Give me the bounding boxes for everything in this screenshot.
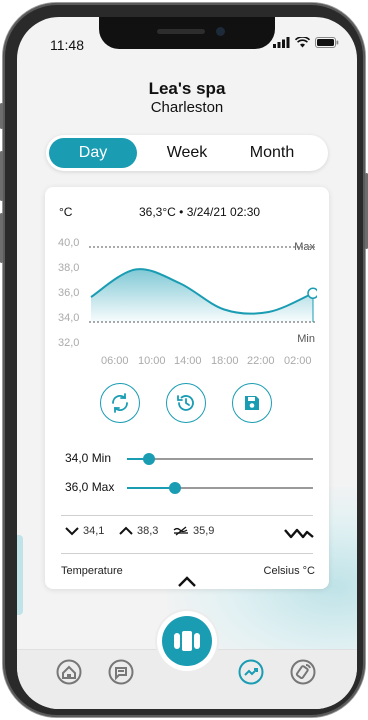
signal-icon [273,37,290,48]
measurement-unit: Celsius °C [263,565,315,577]
min-slider-thumb[interactable] [143,453,156,465]
tab-month[interactable]: Month [228,138,316,168]
front-camera [216,27,225,36]
history-button[interactable] [166,383,206,423]
divider [61,515,313,516]
y-tick: 32,0 [58,337,80,349]
pool-control-button[interactable] [162,616,212,666]
notch [99,17,275,49]
min-slider-track[interactable] [127,453,313,465]
spa-name: Lea's spa [148,79,226,98]
chart-mode-icon[interactable] [284,527,314,539]
app-screen: 11:48 Lea's spa Charleston Day Week Mont… [17,17,357,709]
sync-button[interactable] [100,383,140,423]
max-slider-fill [127,487,176,489]
x-tick: 02:00 [284,355,312,367]
stat-low-value: 34,1 [83,525,105,537]
max-slider-label: 36,0 Max [65,480,115,494]
current-reading: 36,3°C • 3/24/21 02:30 [139,205,261,219]
save-icon [245,396,259,410]
period-selector: Day Week Month [46,135,328,171]
chevron-up-icon [119,526,133,535]
y-tick: 34,0 [58,312,80,324]
home-icon[interactable] [56,659,82,685]
speaker [157,29,205,34]
x-tick: 14:00 [174,355,202,367]
average-icon [173,526,188,536]
status-time: 11:48 [50,37,84,53]
tab-week[interactable]: Week [143,138,231,168]
volume-up-button [0,151,3,201]
y-tick: 40,0 [58,237,80,249]
phone-frame: 11:48 Lea's spa Charleston Day Week Mont… [0,3,368,717]
stat-average-value: 35,9 [193,525,215,537]
x-tick: 06:00 [101,355,129,367]
spa-location: Charleston [150,99,224,116]
status-icons [273,37,339,48]
measurement-type: Temperature [61,565,123,577]
max-slider-thumb[interactable] [169,482,182,494]
y-tick: 36,0 [58,287,80,299]
divider [61,553,313,554]
x-tick: 22:00 [247,355,275,367]
x-tick: 10:00 [138,355,166,367]
x-tick: 18:00 [211,355,239,367]
temperature-chart[interactable] [89,245,317,349]
chart-unit: °C [59,205,73,219]
remote-icon[interactable] [290,659,316,685]
y-tick: 38,0 [58,262,80,274]
volume-down-button [0,213,3,263]
chat-icon[interactable] [108,659,134,685]
temperature-area [91,269,313,322]
analytics-icon[interactable] [238,659,264,685]
stat-low: 34,1 [65,525,104,537]
sync-icon [112,393,128,413]
expand-chevron-icon[interactable] [175,575,199,589]
chevron-down-icon [65,527,79,536]
max-slider-track[interactable] [127,482,313,494]
mute-switch [0,103,3,129]
stat-average: 35,9 [173,525,214,537]
tab-day[interactable]: Day [49,138,137,168]
history-icon [177,395,194,411]
stat-high: 38,3 [119,525,158,537]
min-slider-label: 34,0 Min [65,451,112,465]
stat-high-value: 38,3 [137,525,159,537]
save-button[interactable] [232,383,272,423]
temperature-card: °C 36,3°C • 3/24/21 02:30 40,0 38,0 36,0… [45,187,329,589]
pool-icon [174,631,200,651]
battery-icon [315,37,339,48]
wifi-icon [295,37,310,48]
side-drawer-tab[interactable] [17,535,23,615]
current-point[interactable] [307,287,317,299]
